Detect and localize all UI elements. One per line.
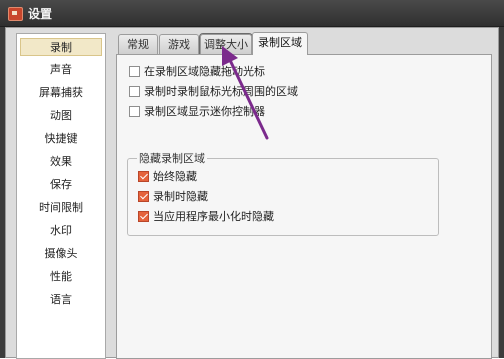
sidebar-item-gif[interactable]: 动图 [20, 107, 102, 125]
option-label: 录制时录制鼠标光标周围的区域 [144, 85, 298, 98]
sidebar-item-language[interactable]: 语言 [20, 291, 102, 309]
tab-record-area[interactable]: 录制区域 [252, 32, 308, 55]
title-bar[interactable]: 设置 [0, 0, 504, 27]
record-area-panel: 在录制区域隐藏拖动光标 录制时录制鼠标光标周围的区域 录制区域显示迷你控制器 隐… [116, 54, 492, 359]
group-title: 隐藏录制区域 [137, 152, 207, 165]
sidebar-item-performance[interactable]: 性能 [20, 268, 102, 286]
option-label: 录制区域显示迷你控制器 [144, 105, 265, 118]
tab-game[interactable]: 游戏 [159, 34, 199, 54]
option-label: 录制时隐藏 [153, 190, 208, 203]
checkbox-checked[interactable] [138, 211, 149, 222]
app-icon [8, 7, 23, 21]
sidebar-item-time-limit[interactable]: 时间限制 [20, 199, 102, 217]
settings-window: 设置 录制 声音 屏幕捕获 动图 快捷键 效果 保存 时间限制 水印 摄像头 性… [0, 0, 504, 359]
window-title: 设置 [28, 7, 53, 21]
sidebar: 录制 声音 屏幕捕获 动图 快捷键 效果 保存 时间限制 水印 摄像头 性能 语… [16, 33, 106, 359]
sidebar-item-webcam[interactable]: 摄像头 [20, 245, 102, 263]
checkbox[interactable] [129, 66, 140, 77]
tab-general[interactable]: 常规 [118, 34, 158, 54]
hide-record-area-group: 隐藏录制区域 始终隐藏 录制时隐藏 当应用程序最小化时隐藏 [127, 152, 439, 236]
sidebar-item-watermark[interactable]: 水印 [20, 222, 102, 240]
sidebar-item-record[interactable]: 录制 [20, 38, 102, 56]
settings-body: 录制 声音 屏幕捕获 动图 快捷键 效果 保存 时间限制 水印 摄像头 性能 语… [5, 27, 499, 359]
checkbox[interactable] [129, 106, 140, 117]
checkbox-checked[interactable] [138, 171, 149, 182]
sidebar-item-sound[interactable]: 声音 [20, 61, 102, 79]
checkbox-checked[interactable] [138, 191, 149, 202]
checkbox[interactable] [129, 86, 140, 97]
sidebar-item-screen-capture[interactable]: 屏幕捕获 [20, 84, 102, 102]
sidebar-item-hotkeys[interactable]: 快捷键 [20, 130, 102, 148]
option-label: 始终隐藏 [153, 170, 197, 183]
option-label: 在录制区域隐藏拖动光标 [144, 65, 265, 78]
sidebar-item-effects[interactable]: 效果 [20, 153, 102, 171]
tab-resize[interactable]: 调整大小 [199, 33, 253, 55]
sidebar-item-save[interactable]: 保存 [20, 176, 102, 194]
option-label: 当应用程序最小化时隐藏 [153, 210, 274, 223]
